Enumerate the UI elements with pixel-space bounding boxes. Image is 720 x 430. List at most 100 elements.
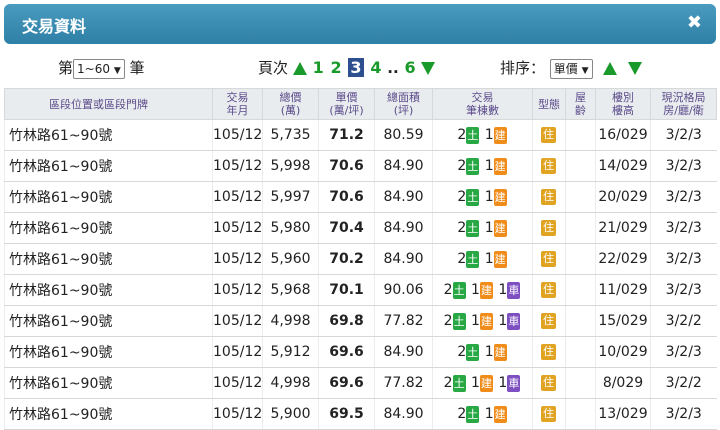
table-row[interactable]: 竹林路61~90號 105/12 5,900 69.5 84.90 2土 1建 住 13/0… — [4, 398, 717, 430]
cell-txn-count: 2土 1建 — [432, 212, 533, 244]
cell-floor: 13/029 — [595, 398, 651, 430]
cell-type: 住 — [532, 305, 566, 337]
col-layout-l2: 房/廳/衛 — [663, 104, 704, 117]
col-age[interactable]: 屋齡 — [565, 88, 596, 120]
cell-area: 84.90 — [374, 398, 433, 430]
cell-date: 105/12 — [212, 212, 263, 244]
land-count: 2 — [457, 189, 467, 205]
col-area-l2: (坪) — [393, 104, 414, 117]
col-layout[interactable]: 現況格局 房/廳/衛 — [650, 88, 717, 120]
cell-location[interactable]: 竹林路61~90號 — [4, 305, 213, 337]
car-count: 1 — [498, 313, 508, 329]
prev-page-icon[interactable] — [292, 62, 307, 75]
table-row[interactable]: 竹林路61~90號 105/12 4,998 69.6 77.82 2土 1建 1車住 8/… — [4, 367, 717, 399]
land-tag-icon: 土 — [466, 343, 480, 361]
building-count: 1 — [484, 189, 494, 205]
cell-date: 105/12 — [212, 181, 263, 213]
page-label: 頁次 — [258, 59, 289, 77]
cell-area: 84.90 — [374, 212, 433, 244]
cell-date: 105/12 — [212, 150, 263, 182]
building-tag-icon: 建 — [493, 188, 507, 206]
cell-txn-count: 2土 1建 — [432, 336, 533, 368]
page-link-3-current[interactable]: 3 — [348, 58, 364, 77]
cell-location[interactable]: 竹林路61~90號 — [4, 212, 213, 244]
table-row[interactable]: 竹林路61~90號 105/12 5,997 70.6 84.90 2土 1建 住 20/0… — [4, 181, 717, 213]
cell-unit-price: 70.1 — [318, 274, 375, 306]
cell-total: 4,998 — [262, 305, 319, 337]
cell-layout: 3/2/3 — [650, 274, 717, 306]
cell-layout: 3/2/3 — [650, 398, 717, 430]
building-tag-icon: 建 — [493, 219, 507, 237]
cell-total: 5,912 — [262, 336, 319, 368]
col-floor[interactable]: 樓別 樓高 — [595, 88, 651, 120]
cell-area: 90.06 — [374, 274, 433, 306]
transaction-table: 區段位置或區段門牌 交易 年月 總價 (萬) 單價 (萬/坪) 總面積 (坪) 交易 筆棟… — [4, 88, 717, 430]
col-total[interactable]: 總價 (萬) — [262, 88, 319, 120]
cell-location[interactable]: 竹林路61~90號 — [4, 181, 213, 213]
table-row[interactable]: 竹林路61~90號 105/12 5,912 69.6 84.90 2土 1建 住 10/0… — [4, 336, 717, 368]
table-row[interactable]: 竹林路61~90號 105/12 5,735 71.2 80.59 2土 1建 住 16/0… — [4, 119, 717, 151]
land-count: 2 — [457, 344, 467, 360]
col-layout-l1: 現況格局 — [661, 91, 706, 104]
residence-type-icon: 住 — [541, 375, 556, 391]
cell-txn-count: 2土 1建 — [432, 243, 533, 275]
col-unit[interactable]: 單價 (萬/坪) — [318, 88, 375, 120]
cell-floor: 8/029 — [595, 367, 651, 399]
cell-age — [565, 119, 596, 151]
cell-type: 住 — [532, 398, 566, 430]
building-tag-icon: 建 — [493, 343, 507, 361]
cell-location[interactable]: 竹林路61~90號 — [4, 336, 213, 368]
col-total-l1: 總價 — [279, 91, 302, 104]
cell-location[interactable]: 竹林路61~90號 — [4, 367, 213, 399]
table-row[interactable]: 竹林路61~90號 105/12 4,998 69.8 77.82 2土 1建 1車住 15… — [4, 305, 717, 337]
residence-type-icon: 住 — [541, 313, 556, 329]
cell-age — [565, 243, 596, 275]
cell-age — [565, 212, 596, 244]
cell-location[interactable]: 竹林路61~90號 — [4, 274, 213, 306]
sort-descending-icon[interactable] — [628, 62, 643, 75]
land-count: 2 — [443, 375, 453, 391]
sort-ascending-icon[interactable] — [603, 62, 618, 75]
land-count: 2 — [457, 127, 467, 143]
page-link-1[interactable]: 1 — [313, 58, 324, 77]
cell-location[interactable]: 竹林路61~90號 — [4, 119, 213, 151]
range-select-value: 1~60 — [77, 61, 110, 76]
residence-type-icon: 住 — [541, 220, 556, 236]
cell-unit-price: 69.6 — [318, 336, 375, 368]
sort-select[interactable]: 單價 ▼ — [549, 58, 593, 79]
page-link-last[interactable]: 6 — [404, 58, 415, 77]
cell-location[interactable]: 竹林路61~90號 — [4, 243, 213, 275]
next-page-icon[interactable] — [421, 62, 436, 75]
cell-date: 105/12 — [212, 305, 263, 337]
close-icon[interactable]: ✖ — [687, 12, 702, 33]
table-body: 竹林路61~90號 105/12 5,735 71.2 80.59 2土 1建 住 16/0… — [4, 119, 717, 430]
cell-age — [565, 305, 596, 337]
cell-location[interactable]: 竹林路61~90號 — [4, 398, 213, 430]
land-tag-icon: 土 — [466, 250, 480, 268]
title-bar: 交易資料 ✖ — [4, 4, 716, 44]
cell-layout: 3/2/3 — [650, 243, 717, 275]
cell-total: 5,900 — [262, 398, 319, 430]
land-tag-icon: 土 — [452, 374, 466, 392]
col-location[interactable]: 區段位置或區段門牌 — [4, 88, 213, 120]
cell-total: 5,968 — [262, 274, 319, 306]
table-row[interactable]: 竹林路61~90號 105/12 5,998 70.6 84.90 2土 1建 住 14/0… — [4, 150, 717, 182]
residence-type-icon: 住 — [541, 251, 556, 267]
col-txn[interactable]: 交易 筆棟數 — [432, 88, 533, 120]
col-type[interactable]: 型態 — [532, 88, 566, 120]
cell-total: 5,997 — [262, 181, 319, 213]
cell-location[interactable]: 竹林路61~90號 — [4, 150, 213, 182]
range-select[interactable]: 1~60 ▼ — [73, 58, 125, 79]
table-row[interactable]: 竹林路61~90號 105/12 5,960 70.2 84.90 2土 1建 住 22/0… — [4, 243, 717, 275]
table-row[interactable]: 竹林路61~90號 105/12 5,968 70.1 90.06 2土 1建 1車住 11… — [4, 274, 717, 306]
land-tag-icon: 土 — [466, 219, 480, 237]
page-link-2[interactable]: 2 — [331, 58, 342, 77]
building-tag-icon: 建 — [479, 374, 493, 392]
col-date[interactable]: 交易 年月 — [212, 88, 263, 120]
cell-total: 5,998 — [262, 150, 319, 182]
cell-floor: 21/029 — [595, 212, 651, 244]
table-header-row: 區段位置或區段門牌 交易 年月 總價 (萬) 單價 (萬/坪) 總面積 (坪) 交易 筆棟… — [4, 88, 717, 120]
page-link-4[interactable]: 4 — [370, 58, 381, 77]
table-row[interactable]: 竹林路61~90號 105/12 5,980 70.4 84.90 2土 1建 住 21/0… — [4, 212, 717, 244]
col-area[interactable]: 總面積 (坪) — [374, 88, 433, 120]
